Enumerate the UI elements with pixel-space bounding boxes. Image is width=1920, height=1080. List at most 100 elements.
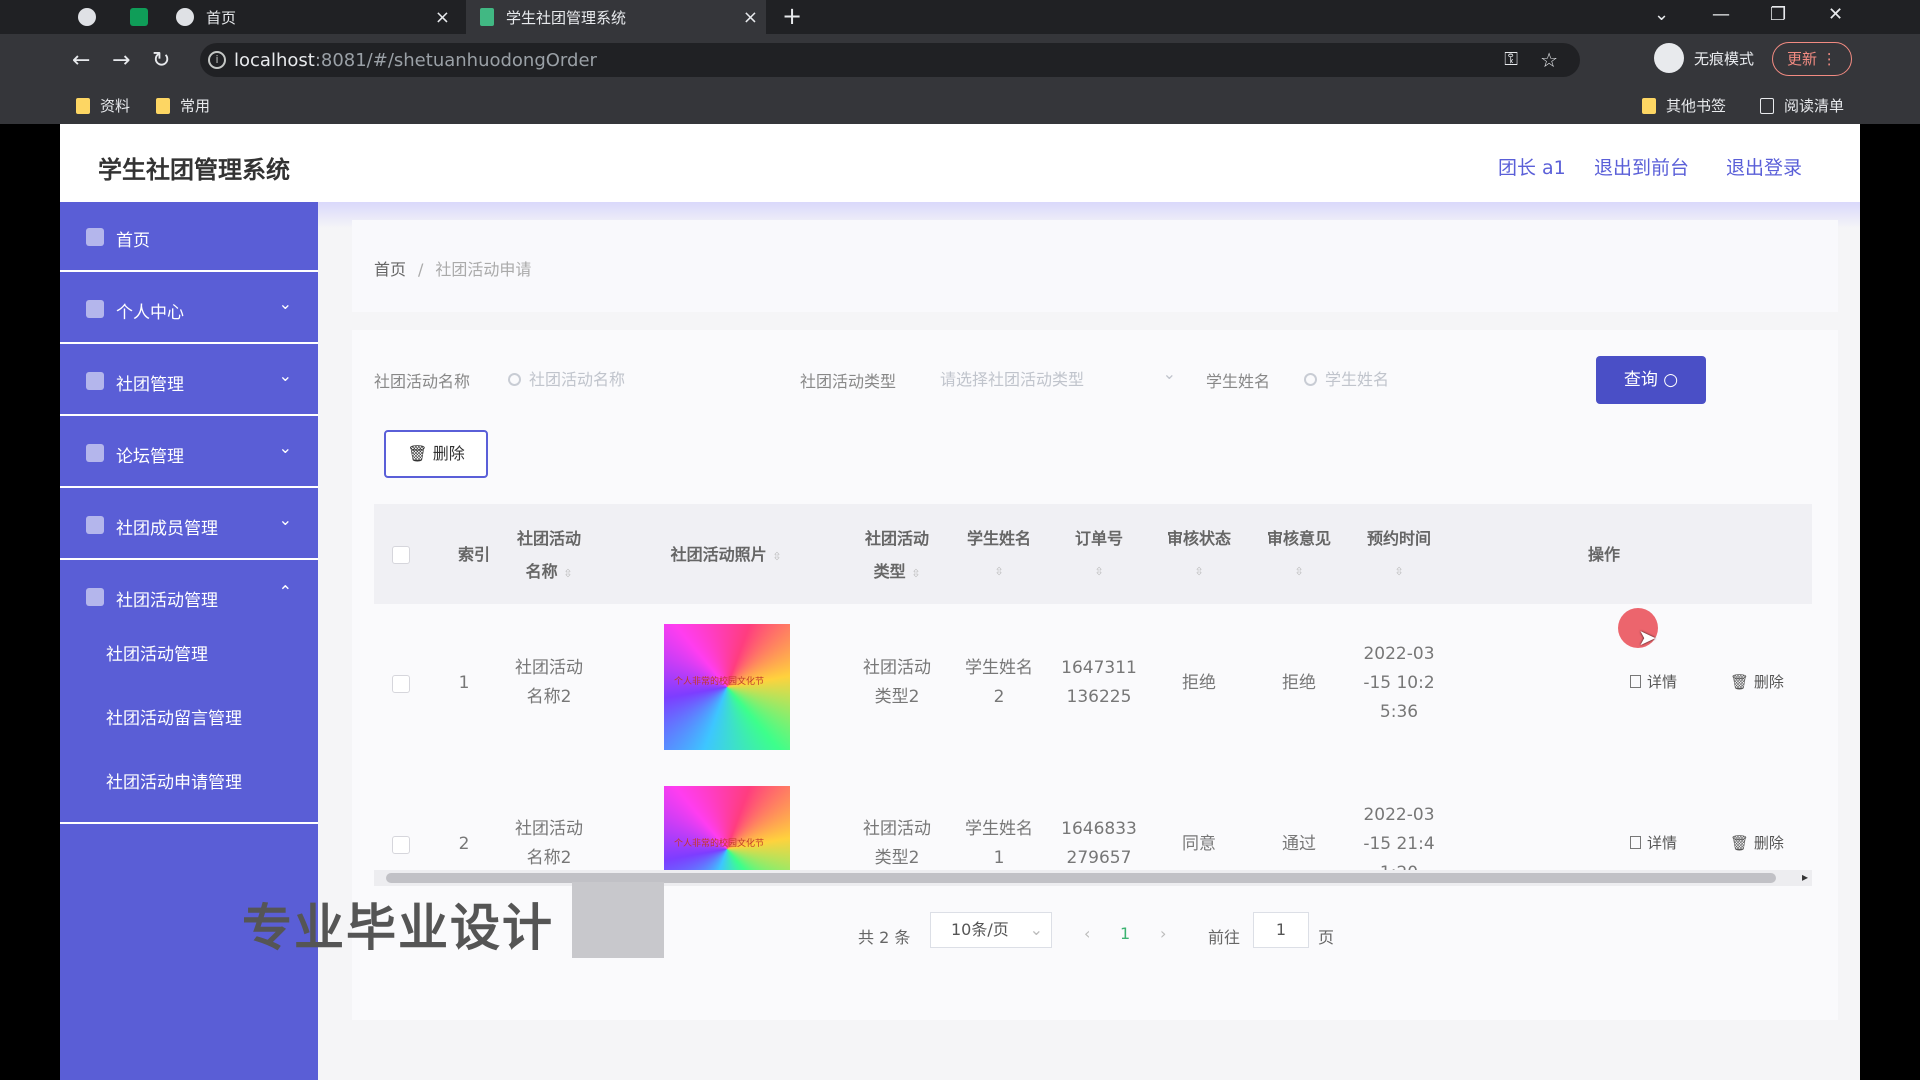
header-label: 类型 bbox=[873, 562, 906, 581]
detail-button[interactable]: 详情 bbox=[1630, 671, 1677, 692]
breadcrumb-separator: / bbox=[418, 260, 424, 279]
new-tab-button[interactable]: + bbox=[782, 2, 802, 30]
star-icon[interactable]: ☆ bbox=[1540, 48, 1558, 72]
bookmark-folder-other[interactable]: 其他书签 bbox=[1642, 95, 1726, 116]
cell-text: 类型2 bbox=[874, 687, 920, 707]
goto-page-input[interactable]: 1 bbox=[1253, 912, 1309, 948]
cell-text: 1 bbox=[993, 848, 1005, 868]
sort-icon[interactable]: ⇳ bbox=[1254, 555, 1344, 588]
sort-icon[interactable]: ⇳ bbox=[1354, 555, 1444, 588]
student-name-label: 学生姓名 bbox=[1206, 372, 1271, 391]
student-name-input[interactable]: 学生姓名 bbox=[1304, 354, 1544, 398]
select-all-checkbox[interactable] bbox=[392, 546, 410, 564]
logout-link[interactable]: 退出登录 bbox=[1726, 153, 1802, 180]
chevron-down-icon: ⌄ bbox=[1162, 364, 1176, 383]
batch-delete-button[interactable]: 🗑 删除 bbox=[384, 430, 488, 478]
header-review-status[interactable]: 审核状态 ⇳ bbox=[1154, 522, 1244, 588]
sidebar-divider bbox=[60, 822, 318, 824]
sort-icon[interactable]: ⇳ bbox=[1054, 555, 1144, 588]
activity-photo[interactable]: 个人非常的校园文化节 bbox=[664, 786, 790, 870]
table-row: 1 社团活动 名称2 个人非常的校园文化节 社团活动 类型2 学生姓名 2 16473… bbox=[374, 604, 1812, 764]
bookmark-folder[interactable]: 资料 bbox=[76, 95, 130, 116]
row-checkbox[interactable] bbox=[392, 675, 410, 693]
back-icon[interactable]: ← bbox=[72, 48, 90, 73]
page-size-select[interactable]: 10条/页 ⌄ bbox=[930, 912, 1052, 948]
incognito-indicator[interactable]: 无痕模式 bbox=[1654, 43, 1754, 73]
cell-text: 学生姓名 bbox=[965, 819, 1033, 839]
activity-icon bbox=[86, 588, 104, 606]
sidebar-item-activity[interactable]: 社团活动管理 ⌃ bbox=[60, 562, 318, 632]
sidebar-sub-activity-messages[interactable]: 社团活动留言管理 bbox=[106, 704, 242, 729]
activity-photo[interactable]: 个人非常的校园文化节 bbox=[664, 624, 790, 750]
cell-text: 社团活动 bbox=[515, 819, 583, 839]
browser-tab-bar: 首页 × 学生社团管理系统 × + ⌄ — ❐ ✕ bbox=[0, 0, 1920, 34]
sort-icon[interactable]: ⇳ bbox=[911, 567, 920, 580]
forward-icon[interactable]: → bbox=[112, 48, 130, 73]
detail-button[interactable]: 详情 bbox=[1630, 832, 1677, 853]
window-close-icon[interactable]: ✕ bbox=[1828, 4, 1843, 25]
header-label: 学生姓名 bbox=[966, 529, 1031, 548]
activity-type-select[interactable]: 请选择社团活动类型 ⌄ bbox=[940, 354, 1180, 398]
minimize-icon[interactable]: — bbox=[1712, 4, 1730, 25]
app-title: 学生社团管理系统 bbox=[98, 156, 290, 184]
row-checkbox[interactable] bbox=[392, 836, 410, 854]
sort-icon[interactable]: ⇳ bbox=[563, 567, 572, 580]
tab-app[interactable]: 学生社团管理系统 × bbox=[466, 0, 766, 34]
page-unit-label: 页 bbox=[1318, 928, 1335, 947]
close-icon[interactable]: × bbox=[743, 7, 758, 28]
page-number-current[interactable]: 1 bbox=[1120, 924, 1130, 943]
close-icon[interactable]: × bbox=[435, 7, 450, 28]
delete-label: 删除 bbox=[1753, 673, 1784, 691]
header-activity-type[interactable]: 社团活动 类型 ⇳ bbox=[842, 522, 952, 590]
url-field[interactable]: i localhost:8081/#/shetuanhuodongOrder ⚿… bbox=[200, 43, 1580, 77]
cell-student-name: 学生姓名 1 bbox=[954, 815, 1044, 870]
cell-text: 社团活动 bbox=[515, 658, 583, 678]
pagination-total: 共 2 条 bbox=[858, 928, 911, 947]
sidebar-item-personal[interactable]: 个人中心 ⌄ bbox=[60, 274, 318, 344]
sort-icon[interactable]: ⇳ bbox=[772, 550, 781, 563]
header-booking-time[interactable]: 预约时间 ⇳ bbox=[1354, 522, 1444, 588]
key-icon[interactable]: ⚿ bbox=[1504, 49, 1518, 70]
sidebar-item-forum[interactable]: 论坛管理 ⌄ bbox=[60, 418, 318, 488]
cell-text: 名称2 bbox=[526, 848, 572, 868]
chevron-down-icon: ⌄ bbox=[278, 294, 292, 313]
prev-page-button[interactable]: ‹ bbox=[1084, 924, 1090, 943]
chevron-down-icon: ⌄ bbox=[278, 438, 292, 457]
header-order-no[interactable]: 订单号 ⇳ bbox=[1054, 522, 1144, 588]
user-link[interactable]: 团长 a1 bbox=[1498, 153, 1566, 180]
sidebar-sub-activity[interactable]: 社团活动管理 bbox=[106, 640, 208, 665]
reload-icon[interactable]: ↻ bbox=[152, 48, 170, 73]
restore-icon[interactable]: ❐ bbox=[1770, 4, 1786, 25]
tab-home[interactable]: 首页 × bbox=[176, 0, 458, 34]
sidebar-item-club[interactable]: 社团管理 ⌄ bbox=[60, 346, 318, 416]
activity-name-input[interactable]: 社团活动名称 bbox=[508, 354, 758, 398]
header-activity-name[interactable]: 社团活动 名称 ⇳ bbox=[494, 522, 604, 590]
tab-search-icon[interactable]: ⌄ bbox=[1654, 4, 1669, 25]
update-button[interactable]: 更新 ⋮ bbox=[1772, 42, 1852, 76]
breadcrumb-card bbox=[352, 220, 1838, 312]
header-review-opinion[interactable]: 审核意见 ⇳ bbox=[1254, 522, 1344, 588]
breadcrumb-home[interactable]: 首页 bbox=[374, 260, 406, 279]
scroll-right-icon[interactable]: ▸ bbox=[1802, 870, 1808, 884]
cell-text: 学生姓名 bbox=[965, 658, 1033, 678]
mouse-cursor-icon: ➤ bbox=[1638, 626, 1657, 651]
reading-list[interactable]: 阅读清单 bbox=[1760, 95, 1844, 116]
row-delete-button[interactable]: 🗑 删除 bbox=[1730, 671, 1784, 692]
site-info-icon[interactable]: i bbox=[208, 51, 226, 69]
sort-icon[interactable]: ⇳ bbox=[1154, 555, 1244, 588]
sheets-tab-icon[interactable] bbox=[130, 0, 160, 34]
sidebar-sub-activity-applications[interactable]: 社团活动申请管理 bbox=[106, 768, 242, 793]
document-icon bbox=[1630, 836, 1641, 849]
query-button[interactable]: 查询 ○ bbox=[1596, 356, 1706, 404]
row-delete-button[interactable]: 🗑 删除 bbox=[1730, 832, 1784, 853]
exit-to-front-link[interactable]: 退出到前台 bbox=[1594, 153, 1689, 180]
sidebar-item-home[interactable]: 首页 bbox=[60, 202, 318, 272]
bookmark-folder[interactable]: 常用 bbox=[156, 95, 210, 116]
sort-icon[interactable]: ⇳ bbox=[954, 555, 1044, 588]
header-student-name[interactable]: 学生姓名 ⇳ bbox=[954, 522, 1044, 588]
user-icon bbox=[86, 300, 104, 318]
header-photo[interactable]: 社团活动照片 ⇳ bbox=[636, 538, 816, 573]
sidebar-item-members[interactable]: 社团成员管理 ⌄ bbox=[60, 490, 318, 560]
next-page-button[interactable]: › bbox=[1160, 924, 1166, 943]
cell-text: -15 10:2 bbox=[1363, 673, 1435, 693]
